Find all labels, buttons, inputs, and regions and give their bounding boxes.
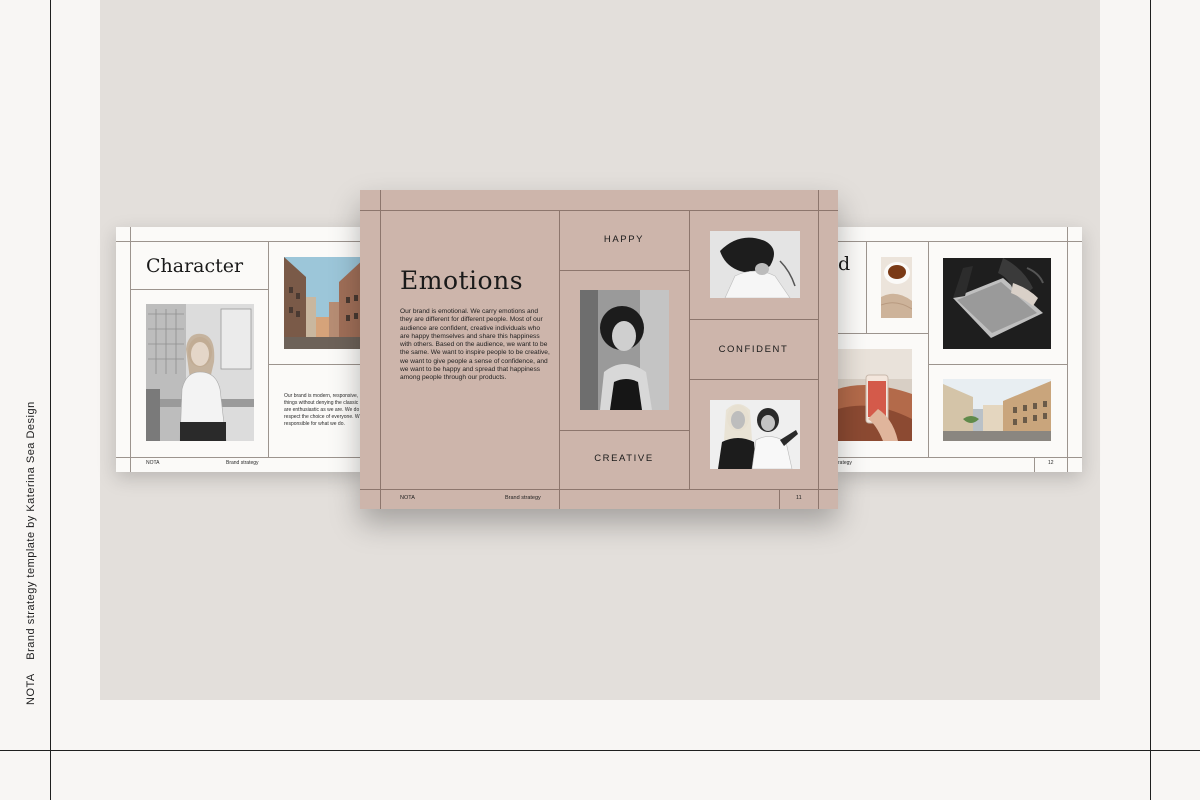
emotions-page-number: 11 [796, 495, 802, 501]
city-street-photo [943, 379, 1051, 441]
side-caption: NOTA Brand strategy template by Katerina… [25, 401, 37, 705]
side-caption-text: Brand strategy template by Katerina Sea … [25, 401, 37, 660]
character-title: Character [146, 255, 244, 277]
right-footer-label: rategy [838, 460, 852, 466]
word-confident: CONFIDENT [718, 344, 789, 355]
emotions-footer-label: Brand strategy [505, 495, 541, 501]
character-footer-brand: NOTA [146, 460, 160, 466]
street-photo [284, 257, 366, 349]
right-title-fragment: d [838, 253, 851, 275]
laptop-photo [943, 258, 1051, 349]
side-caption-brand: NOTA [25, 673, 37, 705]
word-happy: HAPPY [603, 234, 645, 245]
right-page-number: 12 [1048, 460, 1054, 466]
two-women-photo [710, 400, 800, 469]
curly-portrait-photo [580, 290, 669, 410]
emotions-body-text: Our brand is emotional. We carry emotion… [400, 308, 550, 382]
phone-photo [838, 349, 912, 441]
hair-flip-photo [710, 231, 800, 298]
tea-photo [881, 257, 912, 318]
right-page: d rategy 12 [834, 227, 1082, 472]
emotions-title: Emotions [400, 266, 524, 295]
portrait-photo [146, 304, 254, 441]
character-footer-label: Brand strategy [226, 460, 259, 466]
frame-line-left [50, 0, 51, 800]
word-creative: CREATIVE [594, 453, 654, 464]
emotions-page: Emotions Our brand is emotional. We carr… [360, 190, 838, 509]
frame-line-right [1150, 0, 1151, 800]
character-page: Character Our brand is modern, responsiv… [116, 227, 366, 472]
emotions-footer-brand: NOTA [400, 495, 415, 501]
character-body-text: Our brand is modern, responsive, things … [284, 393, 360, 427]
frame-line-bottom [0, 750, 1200, 751]
